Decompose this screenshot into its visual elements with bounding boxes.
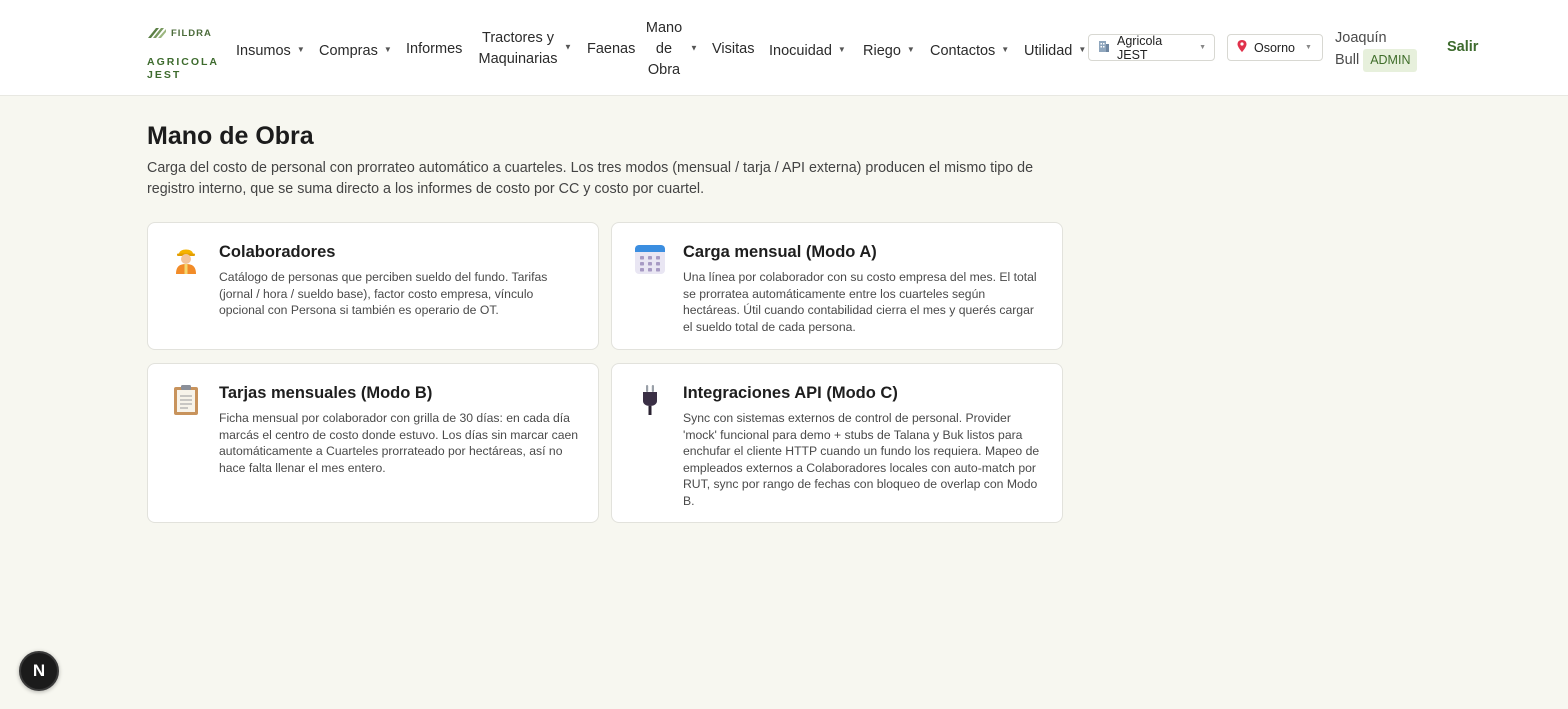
nav-insumos[interactable]: Insumos ▼ bbox=[236, 39, 305, 62]
nav-tractores-label-1: Tractores y bbox=[482, 30, 554, 46]
user-first-name: Joaquín bbox=[1335, 30, 1387, 46]
chevron-down-icon: ▼ bbox=[1078, 45, 1087, 54]
nav-riego-label: Riego bbox=[863, 43, 901, 59]
nav-tractores[interactable]: Tractores y Maquinarias ▼ bbox=[474, 28, 572, 70]
chevron-down-icon: ▼ bbox=[1305, 44, 1312, 51]
nav-informes-label: Informes bbox=[406, 41, 463, 57]
logout-button[interactable]: Salir bbox=[1447, 39, 1478, 55]
nav-visitas[interactable]: Visitas bbox=[712, 39, 754, 60]
nav-faenas-label: Faenas bbox=[587, 41, 636, 57]
nav-visitas-label: Visitas bbox=[712, 41, 755, 57]
card-description: Ficha mensual por colaborador con grilla… bbox=[219, 411, 579, 475]
chevron-down-icon: ▼ bbox=[1001, 45, 1010, 54]
brand-logo[interactable]: FILDRA AGRICOLA JEST bbox=[147, 24, 227, 82]
nav-compras[interactable]: Compras ▼ bbox=[319, 39, 392, 62]
plug-icon bbox=[634, 384, 666, 416]
nextjs-dev-indicator-button[interactable]: N bbox=[19, 651, 59, 691]
card-description: Catálogo de personas que perciben sueldo… bbox=[219, 270, 548, 317]
nav-faenas[interactable]: Faenas bbox=[587, 39, 635, 60]
pin-icon bbox=[1236, 39, 1248, 56]
nav-riego[interactable]: Riego ▼ bbox=[863, 39, 915, 62]
location-selector[interactable]: Osorno ▼ bbox=[1227, 34, 1323, 61]
chevron-down-icon: ▼ bbox=[837, 45, 846, 54]
nav-utilidad[interactable]: Utilidad ▼ bbox=[1024, 39, 1086, 62]
chevron-down-icon: ▼ bbox=[1199, 44, 1206, 51]
nav-contactos[interactable]: Contactos ▼ bbox=[930, 39, 1009, 62]
calendar-icon bbox=[634, 243, 666, 275]
company-selector[interactable]: Agricola JEST ▼ bbox=[1088, 33, 1215, 62]
leaf-logo-icon bbox=[148, 28, 166, 38]
location-selector-label: Osorno bbox=[1254, 40, 1295, 55]
tenant-name: AGRICOLA JEST bbox=[147, 56, 219, 81]
card-tarjas-mensuales[interactable]: Tarjas mensuales (Modo B) Ficha mensual … bbox=[147, 363, 599, 523]
nav-compras-label: Compras bbox=[319, 43, 378, 59]
current-user: Joaquín Bull ADMIN bbox=[1335, 28, 1418, 72]
card-integraciones-api[interactable]: Integraciones API (Modo C) Sync con sist… bbox=[611, 363, 1063, 523]
chevron-down-icon: ▼ bbox=[383, 45, 392, 54]
card-title: Tarjas mensuales (Modo B) bbox=[219, 384, 433, 402]
nav-contactos-label: Contactos bbox=[930, 43, 996, 59]
nav-tractores-label-2: Maquinarias bbox=[478, 51, 558, 67]
nav-inocuidad[interactable]: Inocuidad ▼ bbox=[769, 39, 846, 62]
top-navbar: FILDRA AGRICOLA JEST Insumos ▼ Compras ▼ I… bbox=[0, 0, 1568, 96]
card-colaboradores[interactable]: Colaboradores Catálogo de personas que p… bbox=[147, 222, 599, 350]
chevron-down-icon: ▼ bbox=[564, 42, 572, 52]
nav-informes[interactable]: Informes bbox=[406, 39, 462, 60]
nav-mano-label-2: de bbox=[655, 41, 673, 57]
card-description: Sync con sistemas externos de control de… bbox=[683, 411, 1040, 508]
clipboard-icon bbox=[170, 384, 202, 416]
card-carga-mensual[interactable]: Carga mensual (Modo A) Una línea por col… bbox=[611, 222, 1063, 350]
card-description: Una línea por colaborador con su costo e… bbox=[683, 270, 1037, 334]
chevron-down-icon: ▼ bbox=[296, 45, 305, 54]
company-selector-label: Agricola JEST bbox=[1117, 33, 1163, 62]
page-description: Carga del costo de personal con prorrate… bbox=[147, 160, 1034, 197]
building-icon bbox=[1097, 39, 1111, 56]
card-title: Carga mensual (Modo A) bbox=[683, 243, 877, 261]
nav-insumos-label: Insumos bbox=[236, 43, 291, 59]
brand-name: FILDRA bbox=[171, 27, 212, 39]
page-title: Mano de Obra bbox=[147, 122, 314, 150]
nav-inocuidad-label: Inocuidad bbox=[769, 43, 832, 59]
user-last-name: Bull bbox=[1335, 52, 1360, 68]
worker-icon bbox=[170, 243, 202, 275]
nav-mano-label-1: Mano bbox=[645, 20, 683, 36]
nav-mano-de-obra[interactable]: Mano de Obra ▼ bbox=[644, 18, 698, 81]
nav-utilidad-label: Utilidad bbox=[1024, 43, 1073, 59]
chevron-down-icon: ▼ bbox=[690, 42, 698, 52]
card-title: Colaboradores bbox=[219, 243, 336, 261]
nav-mano-label-3: Obra bbox=[647, 62, 681, 78]
card-title: Integraciones API (Modo C) bbox=[683, 384, 898, 402]
role-badge: ADMIN bbox=[1363, 49, 1418, 72]
fildra-logo-mark: FILDRA bbox=[147, 24, 227, 42]
chevron-down-icon: ▼ bbox=[906, 45, 915, 54]
